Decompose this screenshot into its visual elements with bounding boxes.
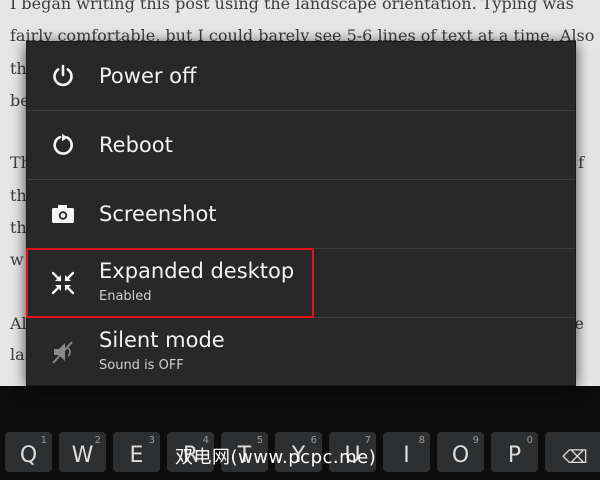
key-e[interactable]: 3E	[113, 432, 160, 472]
power-icon	[53, 64, 73, 87]
key-w[interactable]: 2W	[59, 432, 106, 472]
article-line: e	[574, 314, 584, 333]
menu-item-status: Sound is OFF	[99, 358, 184, 373]
muted-speaker-icon	[52, 341, 73, 364]
key-backspace[interactable]: ⌫	[545, 432, 600, 472]
article-line: la	[10, 345, 25, 364]
menu-item-label: Reboot	[99, 133, 173, 157]
article-line: I began writing this post using the land…	[10, 0, 574, 13]
article-line: th	[10, 218, 27, 237]
menu-item-screenshot[interactable]: Screenshot	[27, 180, 575, 248]
menu-item-silent-mode[interactable]: Silent mode Sound is OFF	[27, 318, 575, 386]
reboot-icon	[53, 133, 73, 155]
power-menu-dialog: Power off Reboot Screenshot Expanded des…	[27, 42, 575, 385]
highlight-box	[26, 248, 314, 318]
key-q[interactable]: 1Q	[5, 432, 52, 472]
article-line: Al	[10, 314, 27, 333]
watermark: 双电网(www.pcpc.me)	[175, 447, 377, 468]
article-line: w	[10, 250, 24, 269]
key-o[interactable]: 9O	[437, 432, 484, 472]
key-i[interactable]: 8I	[383, 432, 430, 472]
key-p[interactable]: 0P	[491, 432, 538, 472]
backspace-icon: ⌫	[562, 447, 588, 468]
menu-item-reboot[interactable]: Reboot	[27, 111, 575, 179]
menu-item-label: Power off	[99, 64, 197, 88]
camera-icon	[52, 205, 74, 223]
menu-item-power-off[interactable]: Power off	[27, 42, 575, 110]
article-line: th	[10, 186, 27, 205]
article-line: f	[578, 153, 584, 172]
menu-item-label: Screenshot	[99, 202, 217, 226]
menu-item-label: Silent mode	[99, 328, 225, 352]
article-line: th	[10, 59, 27, 78]
